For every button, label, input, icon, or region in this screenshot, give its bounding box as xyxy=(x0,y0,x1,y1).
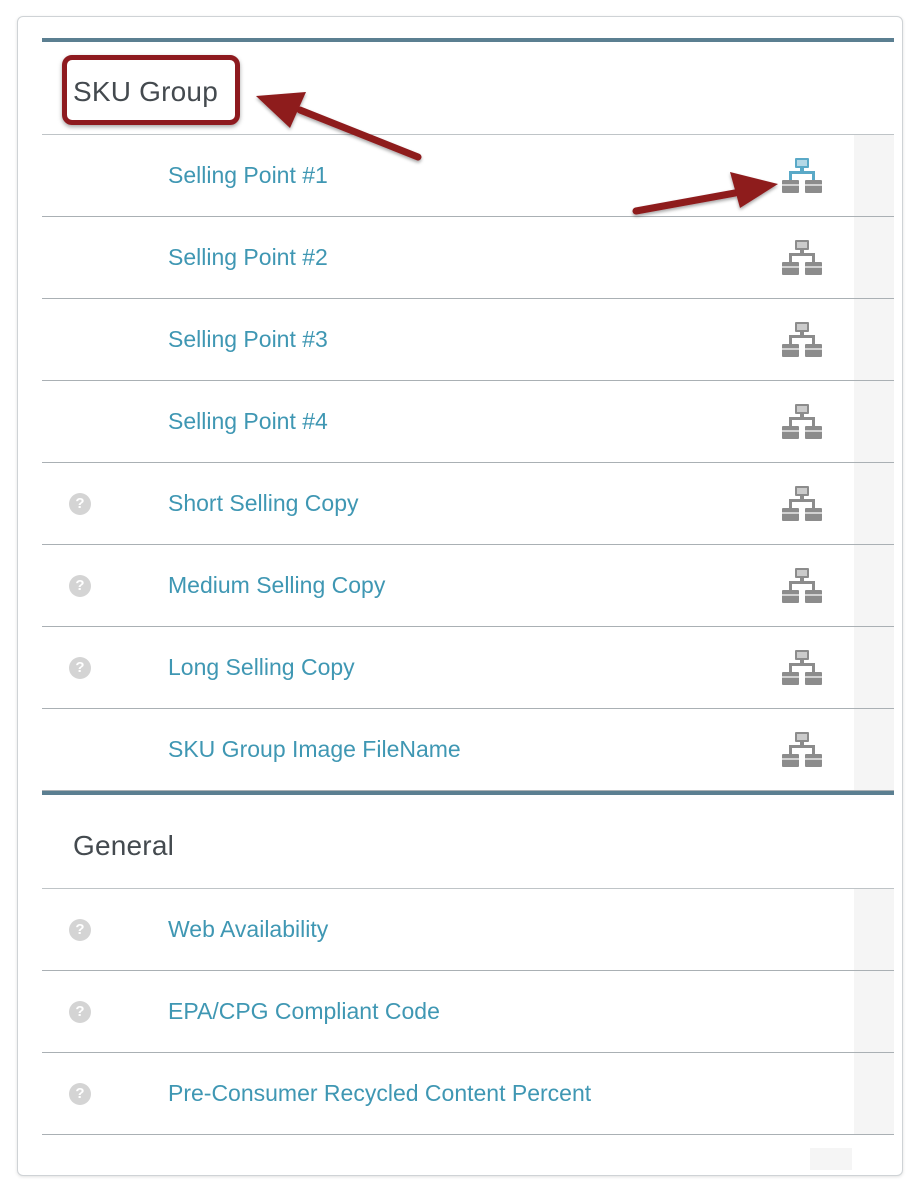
attribute-link[interactable]: SKU Group Image FileName xyxy=(168,709,461,790)
attribute-row: ? Pre-Consumer Recycled Content Percent xyxy=(42,1053,894,1135)
help-icon[interactable]: ? xyxy=(69,918,91,941)
attribute-link[interactable]: Selling Point #1 xyxy=(168,135,328,216)
sync-icon[interactable] xyxy=(781,566,823,606)
sync-icon[interactable] xyxy=(781,156,823,196)
attribute-link[interactable]: Long Selling Copy xyxy=(168,627,355,708)
attribute-link[interactable]: Pre-Consumer Recycled Content Percent xyxy=(168,1053,591,1134)
row-side-column xyxy=(854,889,894,970)
sync-icon[interactable] xyxy=(781,484,823,524)
attribute-row: ? Long Selling Copy xyxy=(42,627,894,709)
attribute-link[interactable]: Short Selling Copy xyxy=(168,463,359,544)
attribute-row: ? EPA/CPG Compliant Code xyxy=(42,971,894,1053)
help-icon[interactable]: ? xyxy=(69,656,91,679)
attribute-link[interactable]: Selling Point #2 xyxy=(168,217,328,298)
sync-icon[interactable] xyxy=(781,238,823,278)
attribute-row: Selling Point #3 xyxy=(42,299,894,381)
attribute-link[interactable]: Selling Point #4 xyxy=(168,381,328,462)
attribute-link[interactable]: Medium Selling Copy xyxy=(168,545,385,626)
attribute-row: ? Short Selling Copy xyxy=(42,463,894,545)
row-side-column xyxy=(854,1053,894,1134)
side-column-strip xyxy=(810,1148,852,1170)
attribute-row: Selling Point #1 xyxy=(42,135,894,217)
row-side-column xyxy=(854,463,894,544)
attribute-link[interactable]: Web Availability xyxy=(168,889,328,970)
sync-icon[interactable] xyxy=(781,730,823,770)
row-side-column xyxy=(854,971,894,1052)
row-side-column xyxy=(854,299,894,380)
row-side-column xyxy=(854,135,894,216)
section-title: SKU Group xyxy=(73,76,218,107)
help-icon[interactable]: ? xyxy=(69,492,91,515)
row-side-column xyxy=(854,381,894,462)
help-icon[interactable]: ? xyxy=(69,574,91,597)
sync-icon[interactable] xyxy=(781,402,823,442)
attribute-row: ? Web Availability xyxy=(42,889,894,971)
row-side-column xyxy=(854,545,894,626)
row-side-column xyxy=(854,217,894,298)
attribute-link[interactable]: Selling Point #3 xyxy=(168,299,328,380)
attribute-link[interactable]: EPA/CPG Compliant Code xyxy=(168,971,440,1052)
sync-icon[interactable] xyxy=(781,648,823,688)
help-icon[interactable]: ? xyxy=(69,1082,91,1105)
row-side-column xyxy=(854,627,894,708)
help-icon[interactable]: ? xyxy=(69,1000,91,1023)
section-title: General xyxy=(73,830,175,861)
attribute-row: Selling Point #4 xyxy=(42,381,894,463)
section-header-general: General xyxy=(42,795,894,889)
section-header-sku-group: SKU Group xyxy=(42,42,894,135)
row-side-column xyxy=(854,709,894,790)
attribute-row: SKU Group Image FileName xyxy=(42,709,894,791)
attribute-row: Selling Point #2 xyxy=(42,217,894,299)
attributes-panel: SKU Group Selling Point #1 Selling Point … xyxy=(42,38,894,1135)
sync-icon[interactable] xyxy=(781,320,823,360)
attribute-row: ? Medium Selling Copy xyxy=(42,545,894,627)
